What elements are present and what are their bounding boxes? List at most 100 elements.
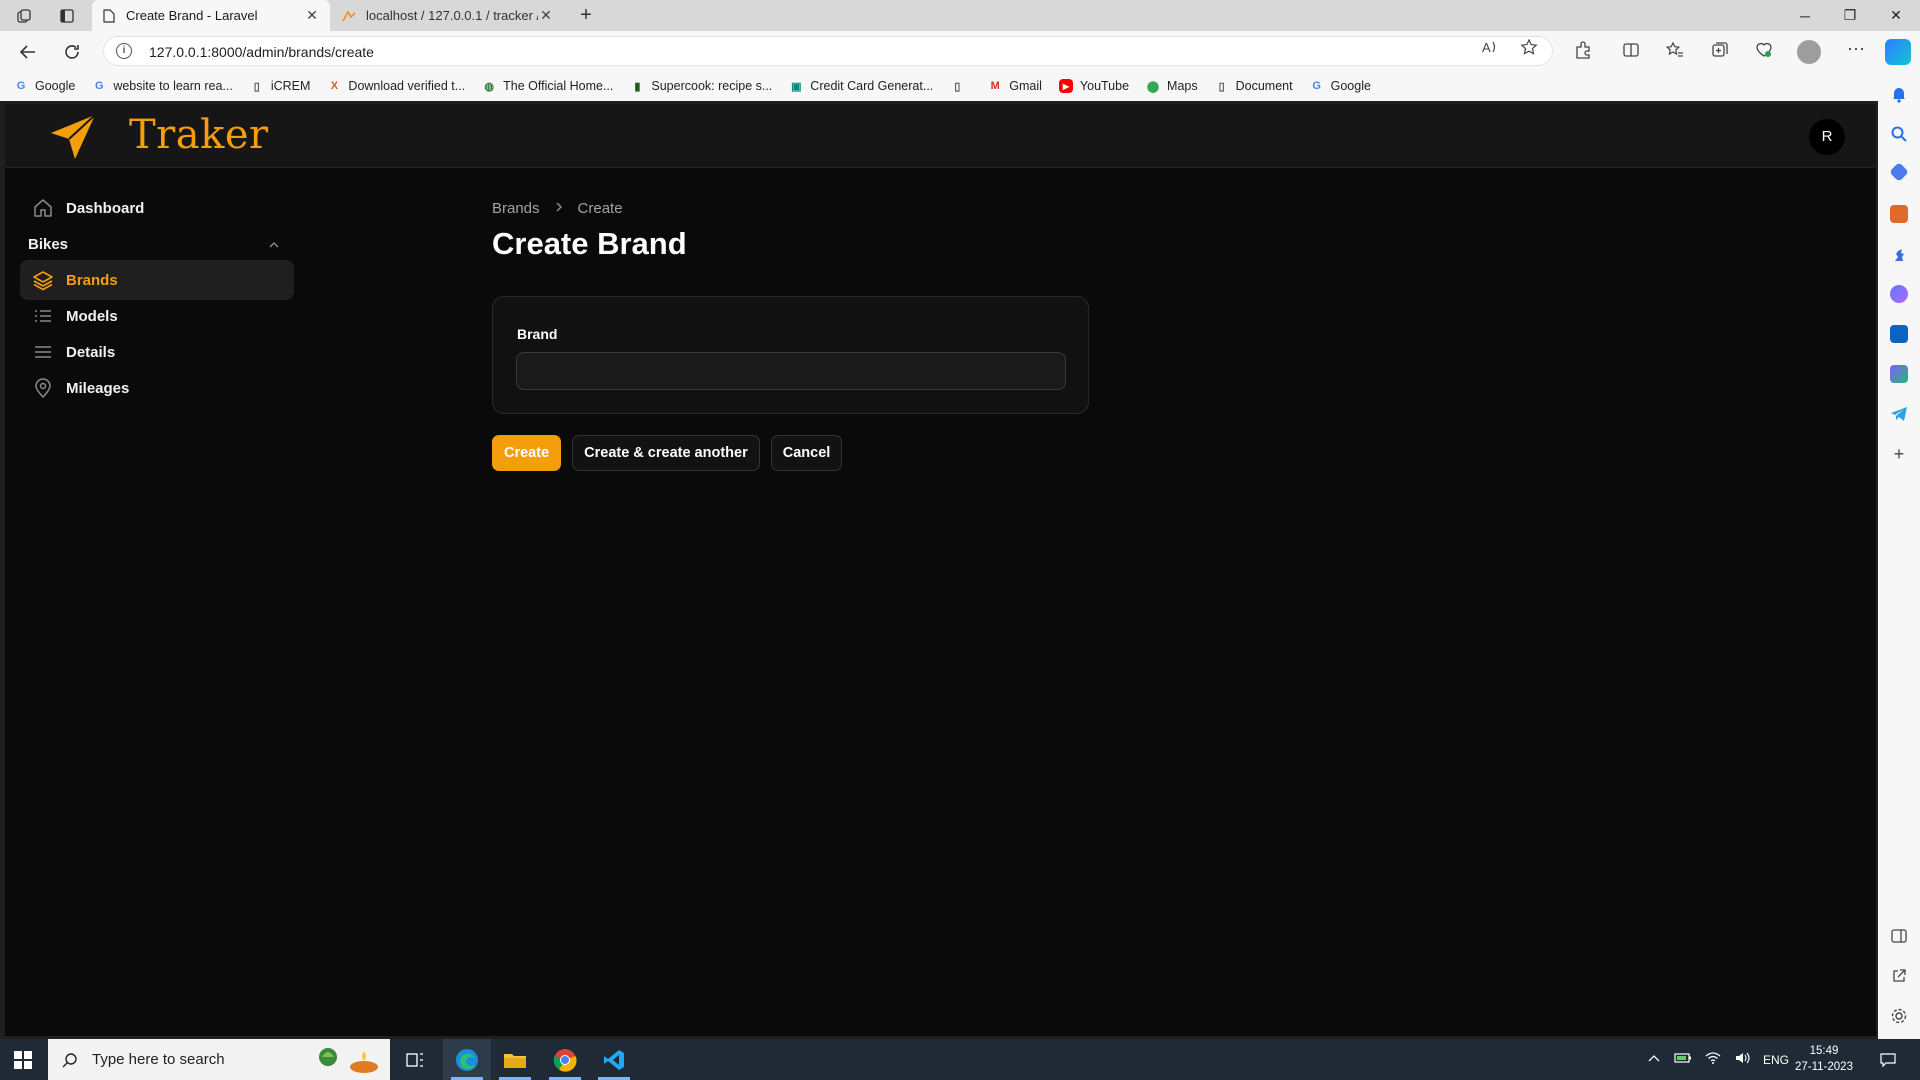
edge-browser-icon[interactable] — [443, 1039, 491, 1080]
sidebar-item-brands[interactable]: Brands — [20, 260, 294, 300]
cancel-button[interactable]: Cancel — [770, 435, 843, 471]
chevron-up-icon[interactable] — [1640, 1053, 1668, 1066]
close-icon[interactable]: ✕ — [304, 7, 320, 24]
bookmarks-bar: G Google Gwebsite to learn rea... ▯ iCREM X Do… — [0, 71, 1880, 101]
restore-icon[interactable]: ❐ — [1828, 0, 1872, 31]
sidebar-item-details[interactable]: Details — [20, 332, 294, 372]
paper-plane-logo-icon[interactable] — [47, 111, 99, 163]
outlook-icon[interactable] — [1890, 325, 1908, 343]
task-view-icon[interactable] — [391, 1039, 439, 1080]
breadcrumb-brands[interactable]: Brands — [492, 200, 540, 217]
sidebar-toggle-icon[interactable] — [1890, 927, 1908, 945]
battery-icon[interactable] — [1668, 1052, 1698, 1067]
close-window-icon[interactable]: ✕ — [1874, 0, 1918, 31]
read-aloud-icon[interactable]: A — [1481, 38, 1499, 56]
minimize-icon[interactable]: ─ — [1783, 0, 1827, 31]
search-highlight-illustration-icon — [312, 1043, 382, 1076]
page-icon: ▯ — [954, 80, 961, 93]
refresh-icon[interactable] — [60, 40, 84, 64]
vscode-icon[interactable] — [590, 1039, 638, 1080]
games-chess-icon[interactable] — [1890, 245, 1908, 263]
bookmark-item[interactable]: ◍ The Official Home... — [482, 79, 613, 93]
bookmark-item[interactable]: ▯ Document — [1215, 79, 1293, 93]
sidebar-item-label: Mileages — [66, 379, 130, 397]
back-icon[interactable] — [16, 40, 40, 64]
designer-icon[interactable] — [1890, 365, 1908, 383]
app-window: Traker R Dashboard Bikes Brands Models D… — [5, 104, 1876, 1036]
extensions-icon[interactable] — [1572, 40, 1594, 62]
bookmark-item[interactable]: ▶ YouTube — [1058, 79, 1129, 93]
info-icon[interactable]: i — [116, 43, 132, 59]
workspaces-icon[interactable] — [14, 6, 34, 26]
settings-gear-icon[interactable] — [1890, 1007, 1908, 1025]
user-avatar[interactable]: R — [1809, 119, 1845, 155]
supercook-icon: ▮ — [634, 80, 641, 93]
tools-briefcase-icon[interactable] — [1890, 205, 1908, 223]
sidebar-group-bikes[interactable]: Bikes — [28, 236, 68, 253]
create-button[interactable]: Create — [492, 435, 562, 471]
brand-name[interactable]: Traker — [129, 112, 269, 158]
create-another-button[interactable]: Create & create another — [572, 435, 760, 471]
collections-icon[interactable] — [1709, 40, 1731, 62]
wifi-icon[interactable] — [1698, 1052, 1728, 1067]
bookmark-item[interactable]: ▯ — [950, 79, 971, 93]
close-icon[interactable]: ✕ — [538, 7, 554, 24]
favorite-star-icon[interactable] — [1520, 38, 1538, 56]
bookmark-item[interactable]: M Gmail — [988, 79, 1042, 93]
bookmark-item[interactable]: G Google — [1310, 79, 1371, 93]
vertical-tabs-icon[interactable] — [57, 6, 77, 26]
breadcrumb-create: Create — [577, 200, 623, 217]
new-tab-button[interactable]: + — [575, 5, 597, 27]
bookmark-label: Document — [1235, 79, 1293, 93]
sidebar-item-dashboard[interactable]: Dashboard — [20, 188, 294, 228]
brand-input[interactable] — [516, 352, 1066, 390]
clock[interactable]: 15:49 27-11-2023 — [1795, 1043, 1853, 1075]
notifications-bell-icon[interactable] — [1890, 85, 1908, 103]
telegram-icon[interactable] — [1890, 405, 1908, 423]
language-indicator[interactable]: ENG — [1758, 1053, 1794, 1067]
sidebar-item-models[interactable]: Models — [20, 296, 294, 336]
address-bar[interactable]: i 127.0.0.1:8000/admin/brands/create — [103, 36, 1553, 66]
tab-phpmyadmin[interactable]: localhost / 127.0.0.1 / tracker / d ✕ — [332, 0, 564, 31]
bookmark-item[interactable]: ▯ iCREM — [250, 79, 311, 93]
taskbar-search[interactable]: Type here to search — [48, 1039, 390, 1080]
favorites-icon[interactable] — [1664, 40, 1686, 62]
split-screen-icon[interactable] — [1620, 40, 1642, 62]
bookmark-item[interactable]: G Google — [14, 79, 76, 93]
google-icon: G — [95, 80, 104, 92]
bookmark-item[interactable]: ⬤ Maps — [1146, 79, 1198, 93]
windows-start-icon[interactable] — [14, 1051, 32, 1069]
volume-icon[interactable] — [1728, 1051, 1758, 1068]
home-icon — [32, 197, 54, 219]
notification-center-icon[interactable] — [1876, 1039, 1900, 1080]
microsoft-365-icon[interactable] — [1890, 285, 1908, 303]
browser-essentials-icon[interactable] — [1753, 40, 1775, 62]
bookmark-label: Gmail — [1009, 79, 1042, 93]
url-text[interactable]: 127.0.0.1:8000/admin/brands/create — [149, 44, 374, 60]
search-icon — [62, 1052, 78, 1068]
external-link-icon[interactable] — [1890, 967, 1908, 985]
shopping-tag-icon[interactable] — [1889, 162, 1909, 182]
sidebar-item-mileages[interactable]: Mileages — [20, 368, 294, 408]
site-icon: ◍ — [484, 80, 494, 93]
x-icon: X — [330, 80, 339, 92]
profile-avatar[interactable] — [1797, 40, 1821, 64]
chrome-icon[interactable] — [541, 1039, 589, 1080]
search-icon[interactable] — [1890, 125, 1908, 143]
bookmark-label: Supercook: recipe s... — [651, 79, 773, 93]
file-explorer-icon[interactable] — [491, 1039, 539, 1080]
add-icon[interactable]: + — [1890, 445, 1908, 463]
bookmark-item[interactable]: ▮ Supercook: recipe s... — [630, 79, 772, 93]
app-header: Traker R — [5, 104, 1876, 168]
more-options-icon[interactable]: ⋯ — [1845, 40, 1867, 62]
bookmark-item[interactable]: ▣ Credit Card Generat... — [789, 79, 933, 93]
chevron-up-icon[interactable] — [267, 238, 281, 252]
copilot-icon[interactable] — [1885, 39, 1911, 65]
bookmark-item[interactable]: X Download verified t... — [327, 79, 465, 93]
maps-icon: ⬤ — [1146, 80, 1160, 93]
bookmark-item[interactable]: Gwebsite to learn rea... — [92, 79, 233, 93]
tab-title: Create Brand - Laravel — [126, 8, 258, 23]
tab-create-brand[interactable]: Create Brand - Laravel ✕ — [92, 0, 330, 31]
page-title: Create Brand — [492, 226, 687, 261]
list-icon — [32, 305, 54, 327]
